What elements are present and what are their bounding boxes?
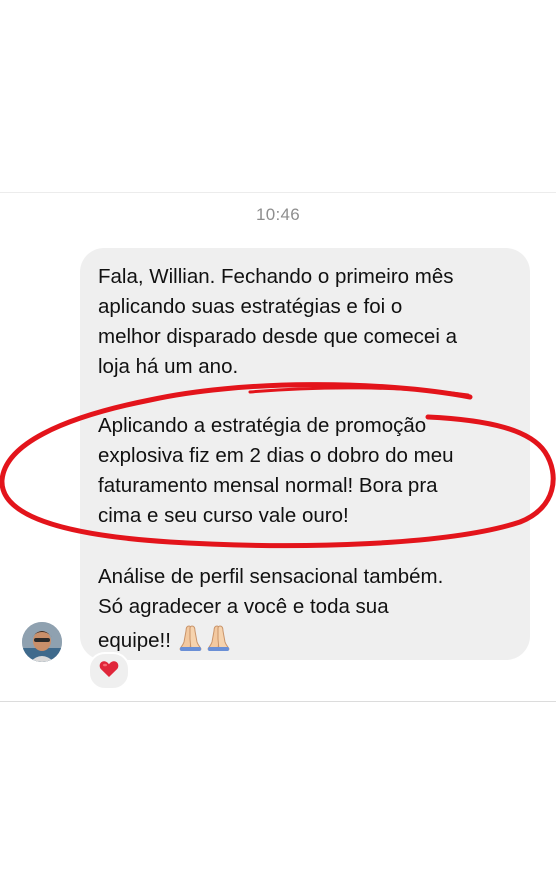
folded-hands-icon: [175, 622, 235, 661]
screenshot-page: 10:46 Fala, Willian. Fechando o primeiro…: [0, 0, 556, 896]
message-paragraph-3: Análise de perfil sensacional também. Só…: [98, 562, 528, 661]
sender-avatar[interactable]: [22, 622, 62, 662]
message-paragraph-3-text: Análise de perfil sensacional também. Só…: [98, 565, 444, 652]
red-heart-icon: [99, 660, 119, 683]
message-timestamp: 10:46: [255, 205, 301, 224]
heart-reaction[interactable]: [88, 652, 130, 690]
message-paragraph-1: Fala, Willian. Fechando o primeiro mês a…: [98, 265, 457, 378]
message-paragraph-2: Aplicando a estratégia de promoção explo…: [98, 414, 454, 527]
